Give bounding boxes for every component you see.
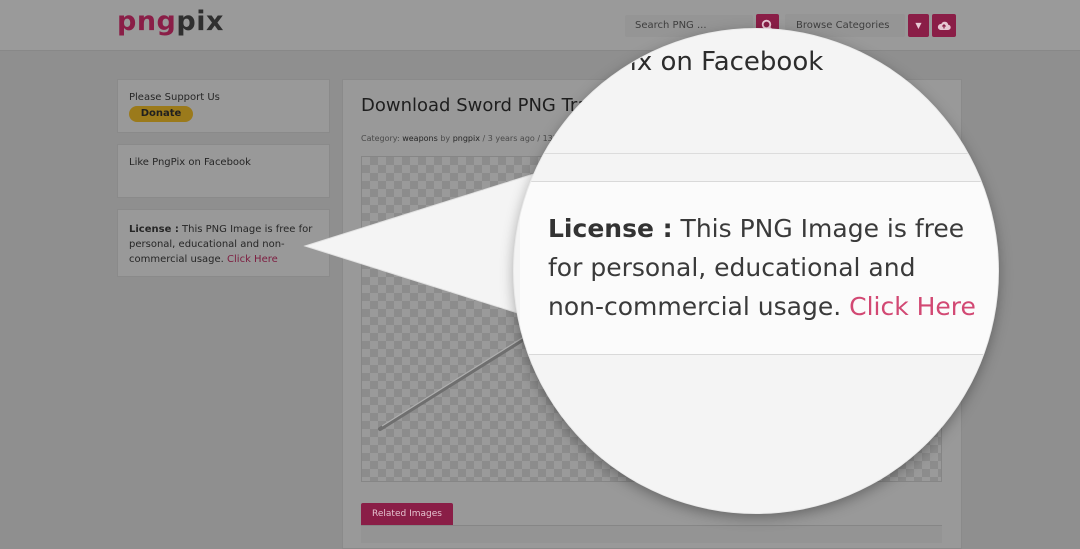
magnified-license-link[interactable]: Click Here <box>849 292 976 321</box>
divider <box>514 153 998 154</box>
magnified-license-label: License : <box>548 214 673 243</box>
magnifier-callout: gPix on Facebook License : This PNG Imag… <box>514 29 998 513</box>
magnified-license: License : This PNG Image is free for per… <box>548 209 978 326</box>
magnified-facebook-text: gPix on Facebook <box>598 47 824 77</box>
